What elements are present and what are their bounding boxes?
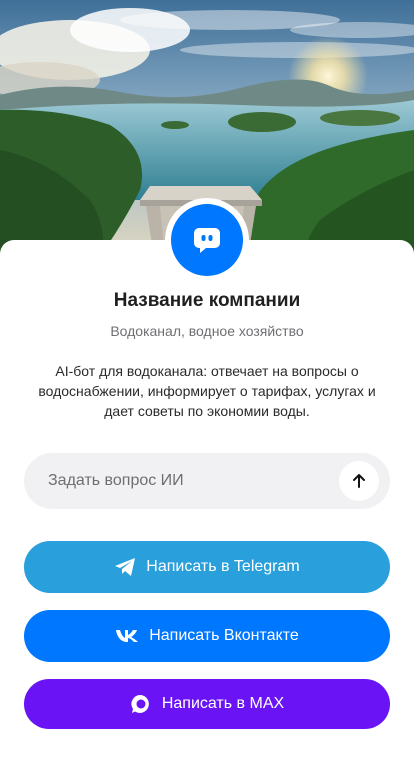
send-button[interactable] [339,461,379,501]
vk-button-label: Написать Вконтакте [149,627,299,644]
bot-avatar [171,204,243,276]
arrow-up-icon [353,474,365,488]
company-name: Название компании [113,290,301,311]
telegram-button[interactable]: Написать в Telegram [24,541,390,593]
max-button-label: Написать в MAX [161,695,285,712]
max-button[interactable]: Написать в MAX [24,679,390,729]
avatar [165,198,249,282]
vk-icon [115,629,139,643]
company-category: Водоканал, водное хозяйство [110,323,304,339]
ask-ai-field[interactable] [24,453,390,509]
ask-ai-input[interactable] [48,453,338,509]
company-description: AI-бот для водоканала: отвечает на вопро… [38,363,376,419]
vk-button[interactable]: Написать Вконтакте [24,610,390,662]
telegram-button-label: Написать в Telegram [146,558,300,575]
chat-bot-icon [194,228,220,253]
telegram-icon [114,557,136,577]
max-icon [130,693,152,715]
